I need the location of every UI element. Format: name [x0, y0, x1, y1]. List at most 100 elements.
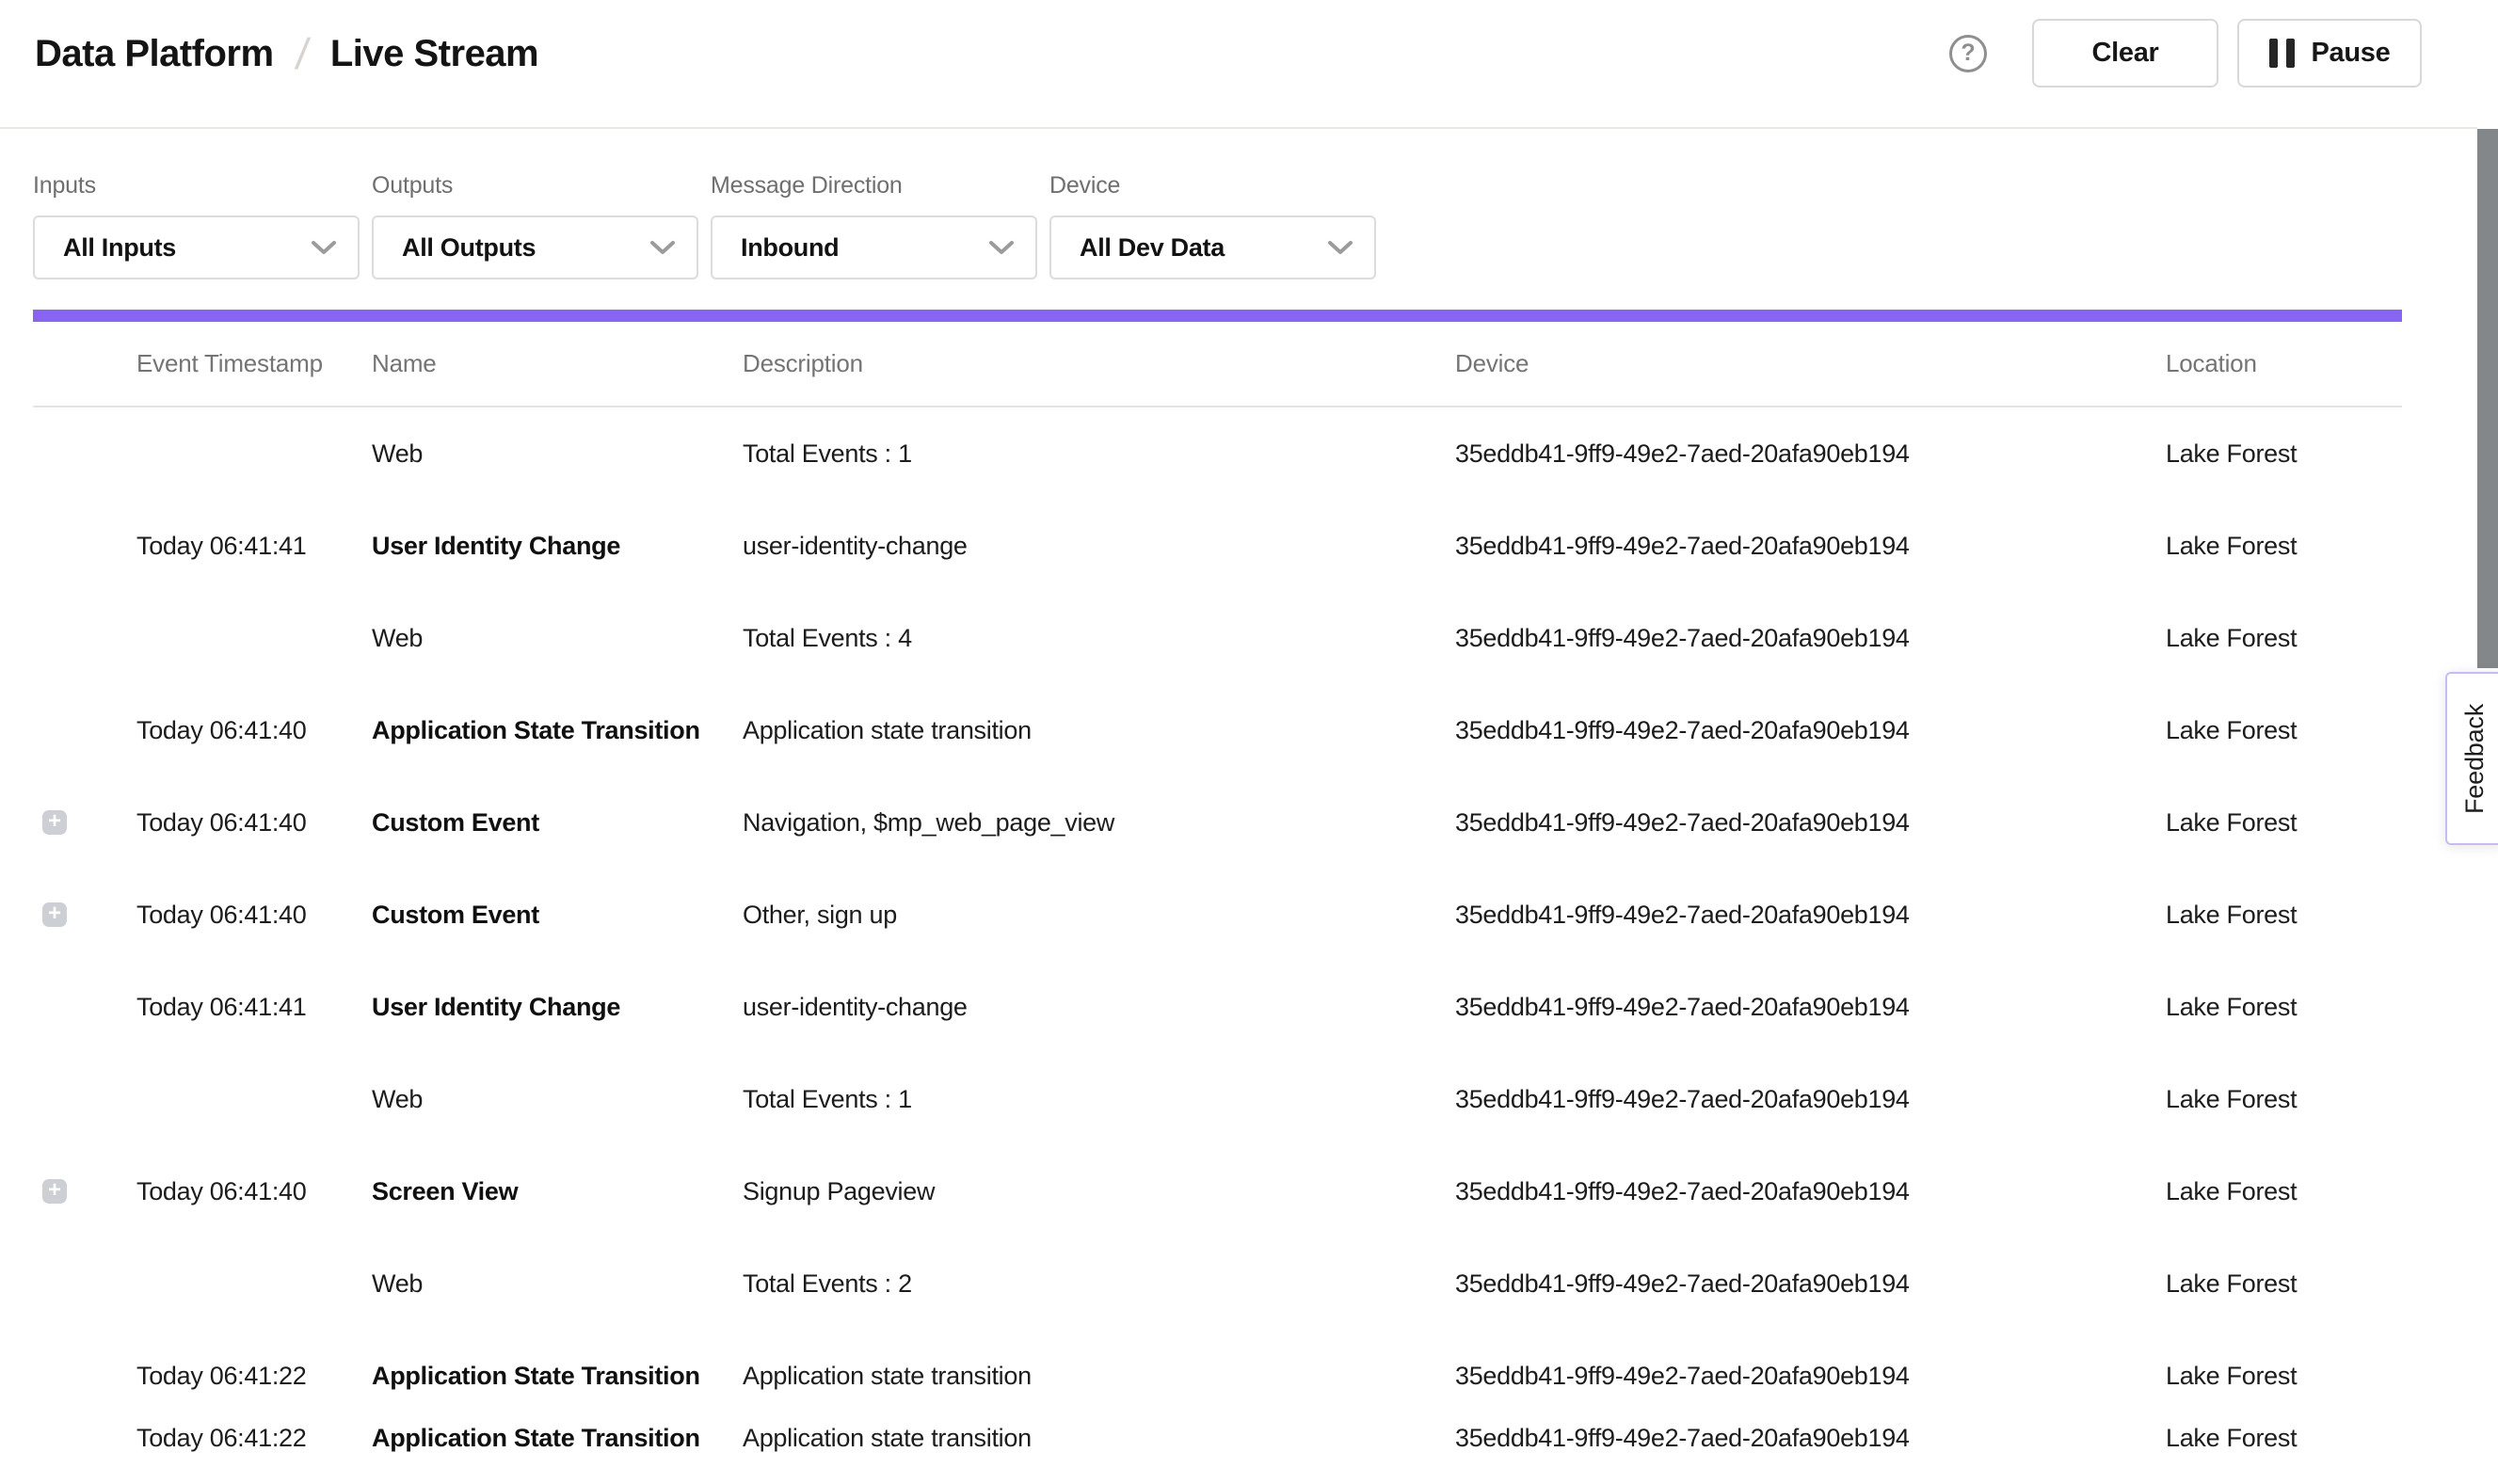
table-row[interactable]: +Today 06:41:40Custom EventOther, sign u… — [33, 869, 2402, 961]
table-header-row: Event Timestamp Name Description Device … — [33, 322, 2402, 407]
cell-timestamp: Today 06:41:40 — [136, 901, 372, 930]
expander-cell: + — [33, 902, 136, 927]
help-icon[interactable]: ? — [1949, 35, 1987, 72]
cell-location: Lake Forest — [2166, 1362, 2402, 1391]
cell-device: 35eddb41-9ff9-49e2-7aed-20afa90eb194 — [1455, 532, 2166, 561]
page-scrollbar-thumb[interactable] — [2477, 129, 2498, 668]
table-row[interactable]: Today 06:41:41User Identity Changeuser-i… — [33, 500, 2402, 592]
cell-location: Lake Forest — [2166, 993, 2402, 1022]
cell-name: User Identity Change — [372, 532, 743, 561]
cell-device: 35eddb41-9ff9-49e2-7aed-20afa90eb194 — [1455, 716, 2166, 745]
column-header-name: Name — [372, 349, 743, 378]
filter-label: Message Direction — [711, 172, 1037, 199]
inputs-select-value: All Inputs — [63, 233, 176, 263]
cell-location: Lake Forest — [2166, 532, 2402, 561]
cell-name: Web — [372, 624, 743, 653]
cell-name: Custom Event — [372, 901, 743, 930]
table-row[interactable]: +Today 06:41:40Screen ViewSignup Pagevie… — [33, 1145, 2402, 1237]
message-direction-select[interactable]: Inbound — [711, 215, 1037, 279]
expand-plus-button[interactable]: + — [42, 1179, 67, 1204]
column-header-description: Description — [743, 349, 1455, 378]
outputs-select-value: All Outputs — [402, 233, 536, 263]
filter-group-outputs: Outputs All Outputs — [372, 172, 698, 279]
cell-device: 35eddb41-9ff9-49e2-7aed-20afa90eb194 — [1455, 1424, 2166, 1453]
pause-icon — [2269, 39, 2295, 68]
cell-name: Screen View — [372, 1177, 743, 1206]
cell-location: Lake Forest — [2166, 901, 2402, 930]
cell-name: Custom Event — [372, 808, 743, 838]
filter-label: Outputs — [372, 172, 698, 199]
cell-description: user-identity-change — [743, 993, 1455, 1022]
partial-table-row: Today 06:41:22Application State Transiti… — [33, 1392, 2402, 1484]
message-direction-select-value: Inbound — [741, 233, 839, 263]
cell-name: Web — [372, 1269, 743, 1299]
table-row[interactable]: WebTotal Events : 135eddb41-9ff9-49e2-7a… — [33, 407, 2402, 500]
column-header-timestamp: Event Timestamp — [136, 349, 372, 378]
filter-label: Inputs — [33, 172, 360, 199]
cell-device: 35eddb41-9ff9-49e2-7aed-20afa90eb194 — [1455, 808, 2166, 838]
live-stream-table: Event Timestamp Name Description Device … — [33, 322, 2402, 1422]
cell-location: Lake Forest — [2166, 1085, 2402, 1114]
cell-name: Application State Transition — [372, 1424, 743, 1453]
table-row[interactable]: WebTotal Events : 235eddb41-9ff9-49e2-7a… — [33, 1237, 2402, 1330]
cell-timestamp: Today 06:41:22 — [136, 1362, 372, 1391]
breadcrumb-parent[interactable]: Data Platform — [35, 33, 274, 75]
device-select[interactable]: All Dev Data — [1049, 215, 1376, 279]
breadcrumb-separator: / — [270, 28, 334, 79]
pause-button[interactable]: Pause — [2237, 19, 2422, 88]
cell-description: Total Events : 1 — [743, 1085, 1455, 1114]
cell-device: 35eddb41-9ff9-49e2-7aed-20afa90eb194 — [1455, 1085, 2166, 1114]
table-row[interactable]: WebTotal Events : 135eddb41-9ff9-49e2-7a… — [33, 1053, 2402, 1145]
cell-description: Application state transition — [743, 716, 1455, 745]
feedback-tab[interactable]: Feedback — [2445, 672, 2498, 845]
expand-plus-button[interactable]: + — [42, 810, 67, 835]
table-row[interactable]: WebTotal Events : 435eddb41-9ff9-49e2-7a… — [33, 592, 2402, 684]
filter-bar: Inputs All Inputs Outputs All Outputs Me… — [33, 172, 2498, 279]
table-row[interactable]: +Today 06:41:40Custom EventNavigation, $… — [33, 776, 2402, 869]
cell-location: Lake Forest — [2166, 1269, 2402, 1299]
expander-cell: + — [33, 810, 136, 835]
outputs-select[interactable]: All Outputs — [372, 215, 698, 279]
cell-description: Total Events : 2 — [743, 1269, 1455, 1299]
cell-location: Lake Forest — [2166, 716, 2402, 745]
stream-accent-bar — [33, 310, 2402, 322]
inputs-select[interactable]: All Inputs — [33, 215, 360, 279]
cell-location: Lake Forest — [2166, 808, 2402, 838]
cell-name: Application State Transition — [372, 1362, 743, 1391]
cell-description: Total Events : 1 — [743, 439, 1455, 469]
cell-device: 35eddb41-9ff9-49e2-7aed-20afa90eb194 — [1455, 624, 2166, 653]
table-row[interactable]: Today 06:41:41User Identity Changeuser-i… — [33, 961, 2402, 1053]
cell-description: Application state transition — [743, 1362, 1455, 1391]
header-controls: ? Clear Pause — [1949, 19, 2422, 88]
chevron-down-icon — [1327, 239, 1353, 256]
feedback-tab-label: Feedback — [2460, 704, 2490, 814]
cell-location: Lake Forest — [2166, 1177, 2402, 1206]
cell-description: user-identity-change — [743, 532, 1455, 561]
chevron-down-icon — [649, 239, 676, 256]
cell-description: Signup Pageview — [743, 1177, 1455, 1206]
clear-button[interactable]: Clear — [2032, 19, 2218, 88]
table-row[interactable]: Today 06:41:22Application State Transiti… — [33, 1392, 2402, 1484]
column-header-location: Location — [2166, 349, 2402, 378]
cell-name: Web — [372, 439, 743, 469]
pause-button-label: Pause — [2312, 38, 2391, 69]
filter-label: Device — [1049, 172, 1376, 199]
page-title: Live Stream — [330, 33, 538, 75]
device-select-value: All Dev Data — [1080, 233, 1225, 263]
expand-plus-button[interactable]: + — [42, 902, 67, 927]
cell-name: Web — [372, 1085, 743, 1114]
table-row[interactable]: Today 06:41:40Application State Transiti… — [33, 684, 2402, 776]
cell-device: 35eddb41-9ff9-49e2-7aed-20afa90eb194 — [1455, 439, 2166, 469]
cell-timestamp: Today 06:41:22 — [136, 1424, 372, 1453]
cell-description: Navigation, $mp_web_page_view — [743, 808, 1455, 838]
cell-device: 35eddb41-9ff9-49e2-7aed-20afa90eb194 — [1455, 1362, 2166, 1391]
cell-name: User Identity Change — [372, 993, 743, 1022]
table-body: WebTotal Events : 135eddb41-9ff9-49e2-7a… — [33, 407, 2402, 1422]
cell-device: 35eddb41-9ff9-49e2-7aed-20afa90eb194 — [1455, 993, 2166, 1022]
cell-location: Lake Forest — [2166, 439, 2402, 469]
cell-location: Lake Forest — [2166, 624, 2402, 653]
filter-group-inputs: Inputs All Inputs — [33, 172, 360, 279]
chevron-down-icon — [311, 239, 337, 256]
cell-device: 35eddb41-9ff9-49e2-7aed-20afa90eb194 — [1455, 1269, 2166, 1299]
cell-description: Total Events : 4 — [743, 624, 1455, 653]
